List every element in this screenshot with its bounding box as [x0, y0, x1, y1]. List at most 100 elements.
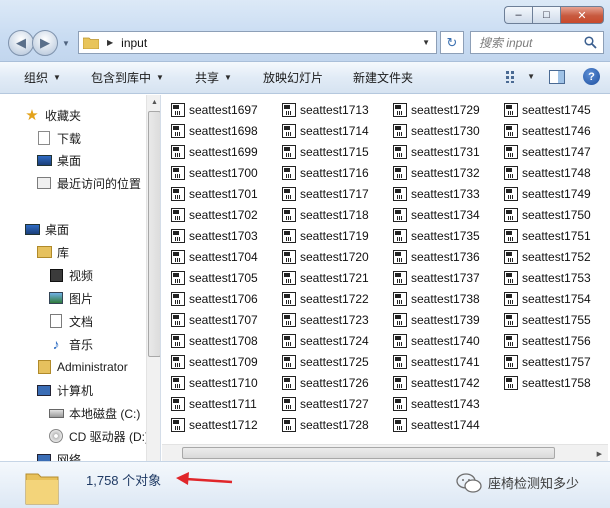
file-item[interactable]: seattest1750	[504, 204, 591, 225]
include-in-library-menu[interactable]: 包含到库中 ▼	[91, 69, 164, 86]
file-item[interactable]: seattest1719	[282, 225, 369, 246]
nav-item-documents[interactable]: 文档	[48, 310, 93, 332]
close-button[interactable]: ✕	[560, 6, 604, 24]
file-item[interactable]: seattest1743	[393, 393, 480, 414]
file-item[interactable]: seattest1746	[504, 120, 591, 141]
minimize-button[interactable]: –	[504, 6, 532, 24]
file-item[interactable]: seattest1744	[393, 414, 480, 435]
file-item[interactable]: seattest1700	[171, 162, 258, 183]
file-item[interactable]: seattest1709	[171, 351, 258, 372]
nav-item-cd-drive[interactable]: CD 驱动器 (D:)	[48, 425, 149, 447]
file-item[interactable]: seattest1729	[393, 99, 480, 120]
new-folder-button[interactable]: 新建文件夹	[353, 69, 413, 86]
file-item[interactable]: seattest1723	[282, 309, 369, 330]
file-horizontal-scrollbar[interactable]: ▶	[162, 444, 608, 461]
file-item[interactable]: seattest1738	[393, 288, 480, 309]
forward-button[interactable]: ▶	[32, 30, 58, 56]
file-item[interactable]: seattest1697	[171, 99, 258, 120]
file-item[interactable]: seattest1741	[393, 351, 480, 372]
file-item[interactable]: seattest1704	[171, 246, 258, 267]
file-item[interactable]: seattest1718	[282, 204, 369, 225]
address-history-dropdown[interactable]: ▼	[422, 38, 430, 47]
file-item[interactable]: seattest1703	[171, 225, 258, 246]
file-item[interactable]: seattest1712	[171, 414, 258, 435]
organize-menu[interactable]: 组织 ▼	[24, 69, 61, 86]
breadcrumb-current[interactable]: input	[121, 36, 147, 50]
nav-item-downloads[interactable]: 下载	[36, 127, 81, 149]
nav-item-network[interactable]: 网络	[36, 448, 81, 461]
nav-item-recent-places[interactable]: 最近访问的位置	[36, 172, 141, 194]
file-item[interactable]: seattest1699	[171, 141, 258, 162]
file-item[interactable]: seattest1720	[282, 246, 369, 267]
nav-vertical-scrollbar[interactable]: ▲	[146, 95, 160, 461]
scrollbar-thumb[interactable]	[182, 447, 555, 459]
preview-pane-icon[interactable]	[549, 69, 565, 84]
file-item[interactable]: seattest1698	[171, 120, 258, 141]
file-item[interactable]: seattest1708	[171, 330, 258, 351]
file-item[interactable]: seattest1725	[282, 351, 369, 372]
file-item[interactable]: seattest1707	[171, 309, 258, 330]
file-item[interactable]: seattest1753	[504, 267, 591, 288]
address-bar[interactable]: ▶ input ▼	[78, 31, 437, 54]
file-item[interactable]: seattest1710	[171, 372, 258, 393]
file-item[interactable]: seattest1733	[393, 183, 480, 204]
file-item[interactable]: seattest1724	[282, 330, 369, 351]
file-item[interactable]: seattest1711	[171, 393, 257, 414]
file-item[interactable]: seattest1721	[282, 267, 369, 288]
file-item[interactable]: seattest1713	[282, 99, 369, 120]
file-item[interactable]: seattest1731	[393, 141, 480, 162]
file-item[interactable]: seattest1734	[393, 204, 480, 225]
file-item[interactable]: seattest1757	[504, 351, 591, 372]
scroll-right-arrow-icon[interactable]: ▶	[597, 445, 602, 461]
breadcrumb-separator-icon[interactable]: ▶	[107, 38, 113, 47]
file-item[interactable]: seattest1726	[282, 372, 369, 393]
file-item[interactable]: seattest1752	[504, 246, 591, 267]
file-item[interactable]: seattest1727	[282, 393, 369, 414]
maximize-button[interactable]: □	[532, 6, 560, 24]
file-item[interactable]: seattest1714	[282, 120, 369, 141]
file-item[interactable]: seattest1730	[393, 120, 480, 141]
scrollbar-thumb[interactable]	[148, 111, 160, 357]
file-item[interactable]: seattest1749	[504, 183, 591, 204]
file-item[interactable]: seattest1736	[393, 246, 480, 267]
nav-item-pictures[interactable]: 图片	[48, 287, 93, 309]
file-item[interactable]: seattest1754	[504, 288, 591, 309]
share-menu[interactable]: 共享 ▼	[195, 69, 232, 86]
scroll-up-arrow-icon[interactable]: ▲	[148, 95, 160, 109]
file-item[interactable]: seattest1747	[504, 141, 591, 162]
file-item[interactable]: seattest1740	[393, 330, 480, 351]
recent-pages-dropdown[interactable]: ▼	[62, 39, 70, 48]
search-icon[interactable]	[584, 36, 597, 49]
file-item[interactable]: seattest1756	[504, 330, 591, 351]
file-item[interactable]: seattest1715	[282, 141, 369, 162]
file-item[interactable]: seattest1751	[504, 225, 591, 246]
nav-item-local-disk[interactable]: 本地磁盘 (C:)	[48, 402, 140, 424]
nav-item-music[interactable]: ♪ 音乐	[48, 333, 94, 355]
help-icon[interactable]: ?	[583, 68, 600, 85]
file-item[interactable]: seattest1742	[393, 372, 480, 393]
back-button[interactable]: ◀	[8, 30, 34, 56]
file-item[interactable]: seattest1705	[171, 267, 258, 288]
refresh-button[interactable]: ↻	[440, 31, 464, 54]
file-item[interactable]: seattest1722	[282, 288, 369, 309]
file-item[interactable]: seattest1758	[504, 372, 591, 393]
file-item[interactable]: seattest1732	[393, 162, 480, 183]
nav-item-libraries[interactable]: 库	[36, 241, 69, 263]
search-input[interactable]: 搜索 input	[470, 31, 604, 54]
nav-item-desktop-favorite[interactable]: 桌面	[36, 149, 81, 171]
slideshow-button[interactable]: 放映幻灯片	[263, 69, 323, 86]
view-options-chevron-icon[interactable]: ▼	[527, 72, 535, 81]
file-item[interactable]: seattest1745	[504, 99, 591, 120]
file-item[interactable]: seattest1739	[393, 309, 480, 330]
file-item[interactable]: seattest1735	[393, 225, 480, 246]
file-item[interactable]: seattest1706	[171, 288, 258, 309]
file-item[interactable]: seattest1716	[282, 162, 369, 183]
nav-item-administrator[interactable]: Administrator	[36, 356, 128, 378]
nav-item-computer[interactable]: 计算机	[36, 379, 93, 401]
nav-item-favorites[interactable]: ★ 收藏夹	[24, 104, 81, 126]
nav-item-videos[interactable]: 视频	[48, 264, 93, 286]
file-item[interactable]: seattest1755	[504, 309, 591, 330]
file-item[interactable]: seattest1737	[393, 267, 480, 288]
file-item[interactable]: seattest1728	[282, 414, 369, 435]
file-item[interactable]: seattest1702	[171, 204, 258, 225]
